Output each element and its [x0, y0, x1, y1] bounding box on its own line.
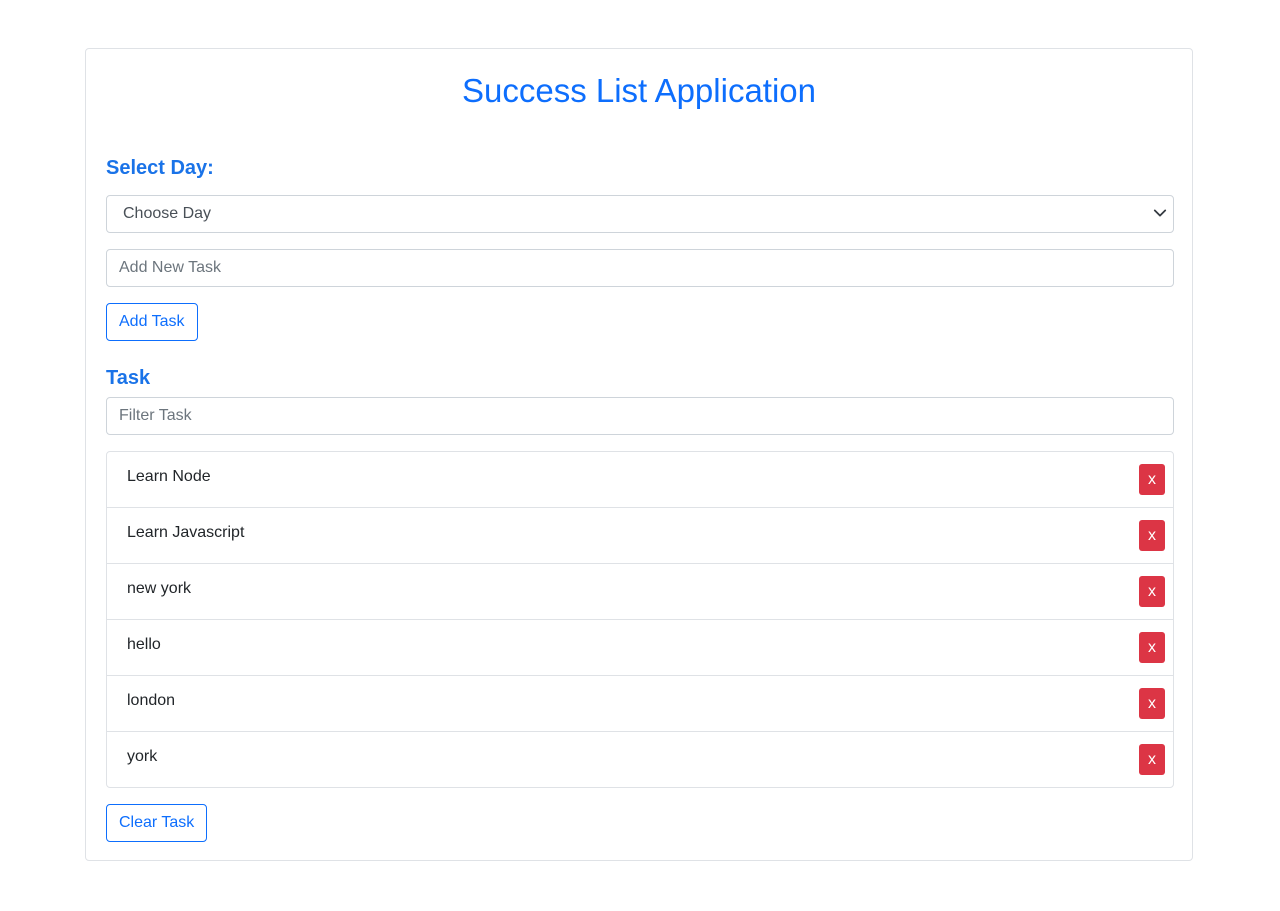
task-text: london	[127, 692, 176, 709]
new-task-input[interactable]	[106, 249, 1174, 287]
page-title: Success List Application	[461, 72, 817, 109]
task-text: york	[127, 748, 158, 765]
task-list-item: Learn Node x	[107, 452, 1173, 508]
task-text: hello	[127, 636, 161, 653]
delete-task-button[interactable]: x	[1139, 632, 1165, 663]
task-list-item: new york x	[107, 564, 1173, 620]
task-text: new york	[127, 580, 192, 597]
day-select-value: Choose Day	[123, 205, 212, 222]
task-text: Learn Javascript	[127, 524, 245, 541]
task-section-label: Task	[106, 367, 151, 389]
task-list-item: york x	[107, 732, 1173, 787]
app-card: Success List Application Select Day: Cho…	[85, 48, 1193, 861]
delete-task-button[interactable]: x	[1139, 744, 1165, 775]
select-day-label: Select Day:	[106, 157, 214, 179]
chevron-down-icon	[1153, 209, 1167, 217]
task-list: Learn Node x Learn Javascript x new york…	[106, 451, 1174, 788]
add-task-button[interactable]: Add Task	[106, 303, 198, 341]
task-list-item: Learn Javascript x	[107, 508, 1173, 564]
delete-task-button[interactable]: x	[1139, 520, 1165, 551]
day-select[interactable]: Choose Day	[106, 195, 1174, 233]
task-list-item: hello x	[107, 620, 1173, 676]
task-text: Learn Node	[127, 468, 211, 485]
delete-task-button[interactable]: x	[1139, 464, 1165, 495]
task-list-item: london x	[107, 676, 1173, 732]
delete-task-button[interactable]: x	[1139, 688, 1165, 719]
clear-task-button[interactable]: Clear Task	[106, 804, 208, 842]
delete-task-button[interactable]: x	[1139, 576, 1165, 607]
filter-task-input[interactable]	[106, 397, 1174, 435]
